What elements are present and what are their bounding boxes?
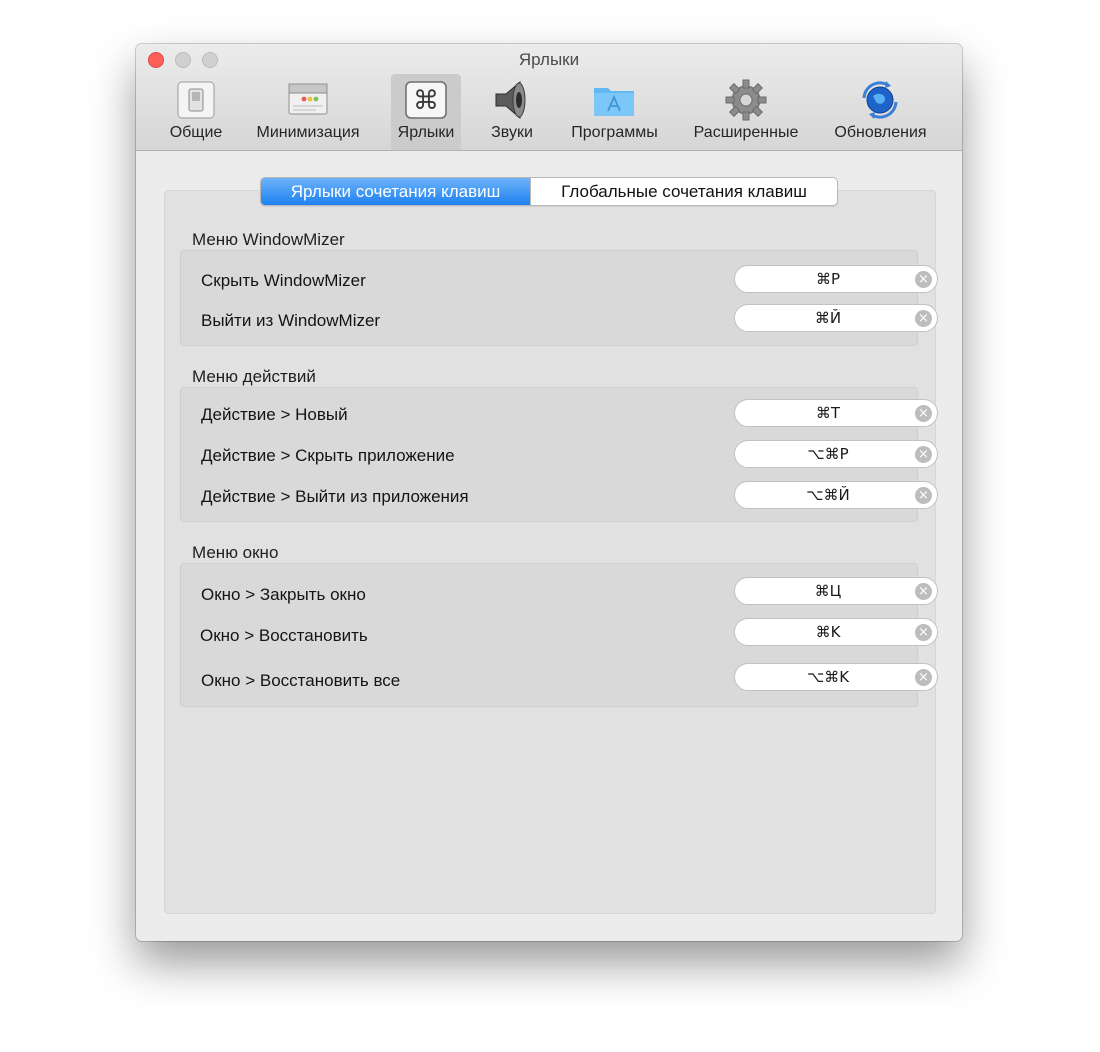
clear-shortcut-icon[interactable]: × xyxy=(915,271,932,288)
clear-shortcut-icon[interactable]: × xyxy=(915,624,932,641)
update-globe-icon xyxy=(862,81,898,119)
shortcut-value: ⌘P xyxy=(815,270,841,288)
shortcut-label: Окно > Закрыть окно xyxy=(201,585,366,604)
toolbar-item-updates[interactable]: Обновления xyxy=(828,74,933,150)
shortcut-field[interactable]: ⌘Ц × xyxy=(734,577,938,605)
toolbar-item-shortcuts[interactable]: ⌘ Ярлыки xyxy=(391,74,461,150)
command-key-icon: ⌘ xyxy=(405,81,447,119)
shortcut-field[interactable]: ⌘T × xyxy=(734,399,938,427)
preferences-window: Ярлыки Общие Минимизация ⌘ Ярлыки Звуки … xyxy=(136,44,962,941)
shortcut-field[interactable]: ⌘K × xyxy=(734,618,938,646)
clear-shortcut-icon[interactable]: × xyxy=(915,405,932,422)
toolbar-label: Обновления xyxy=(834,124,927,141)
shortcut-group: Действие > Новый ⌘T × Действие > Скрыть … xyxy=(180,387,938,522)
shortcut-label: Окно > Восстановить все xyxy=(201,671,401,690)
window-title: Ярлыки xyxy=(518,50,580,69)
toolbar-label: Ярлыки xyxy=(397,124,455,141)
applications-folder-icon xyxy=(594,88,634,116)
shortcut-label: Выйти из WindowMizer xyxy=(201,311,381,330)
gear-icon xyxy=(725,79,767,121)
switch-icon xyxy=(177,81,215,119)
shortcut-field[interactable]: ⌥⌘K × xyxy=(734,663,938,691)
shortcut-label: Окно > Восстановить xyxy=(200,626,368,645)
shortcut-group: Окно > Закрыть окно ⌘Ц × Окно > Восстано… xyxy=(180,563,938,707)
shortcut-value: ⌥⌘Й xyxy=(806,486,850,504)
shortcut-label: Действие > Новый xyxy=(201,405,348,424)
toolbar-item-advanced[interactable]: Расширенные xyxy=(689,74,803,150)
shortcut-field[interactable]: ⌥⌘P × xyxy=(734,440,938,468)
shortcut-label: Скрыть WindowMizer xyxy=(201,271,366,290)
shortcut-label: Действие > Выйти из приложения xyxy=(201,487,469,506)
shortcut-value: ⌥⌘K xyxy=(806,668,850,686)
clear-shortcut-icon[interactable]: × xyxy=(915,487,932,504)
section-title-windowmizer-menu: Меню WindowMizer xyxy=(192,230,345,249)
toolbar-item-minimize[interactable]: Минимизация xyxy=(248,74,368,150)
shortcut-field[interactable]: ⌘Й × xyxy=(734,304,938,332)
shortcut-value: ⌘K xyxy=(815,623,841,641)
clear-shortcut-icon[interactable]: × xyxy=(915,446,932,463)
shortcut-field[interactable]: ⌥⌘Й × xyxy=(734,481,938,509)
clear-shortcut-icon[interactable]: × xyxy=(915,583,932,600)
shortcut-value: ⌘T xyxy=(815,404,841,422)
section-title-actions-menu: Меню действий xyxy=(192,367,316,386)
toolbar-item-sounds[interactable]: Звуки xyxy=(481,74,543,150)
shortcut-value: ⌥⌘P xyxy=(807,445,849,463)
shortcut-label: Действие > Скрыть приложение xyxy=(201,446,455,465)
toolbar-item-applications[interactable]: Программы xyxy=(562,74,667,150)
toolbar-label: Общие xyxy=(169,124,223,141)
title-bar: Ярлыки Общие Минимизация ⌘ Ярлыки Звуки … xyxy=(136,44,962,151)
toolbar-label: Расширенные xyxy=(693,124,799,141)
toolbar-label: Звуки xyxy=(491,124,533,141)
svg-text:⌘: ⌘ xyxy=(413,86,439,116)
shortcut-value: ⌘Ц xyxy=(814,582,842,600)
window-icon xyxy=(288,83,328,115)
shortcut-field[interactable]: ⌘P × xyxy=(734,265,938,293)
toolbar-label: Минимизация xyxy=(256,124,360,141)
clear-shortcut-icon[interactable]: × xyxy=(915,310,932,327)
speaker-icon xyxy=(495,80,526,120)
shortcut-group: Скрыть WindowMizer ⌘P × Выйти из WindowM… xyxy=(180,250,938,346)
shortcut-value: ⌘Й xyxy=(814,309,842,327)
tab-global-shortcuts[interactable]: Глобальные сочетания клавиш xyxy=(530,178,837,205)
toolbar-item-general[interactable]: Общие xyxy=(158,74,234,150)
tab-app-shortcuts[interactable]: Ярлыки сочетания клавиш xyxy=(261,178,530,205)
clear-shortcut-icon[interactable]: × xyxy=(915,669,932,686)
section-title-window-menu: Меню окно xyxy=(192,543,279,562)
toolbar-label: Программы xyxy=(571,124,658,141)
tab-segmented-control: Ярлыки сочетания клавиш Глобальные сочет… xyxy=(260,177,838,206)
